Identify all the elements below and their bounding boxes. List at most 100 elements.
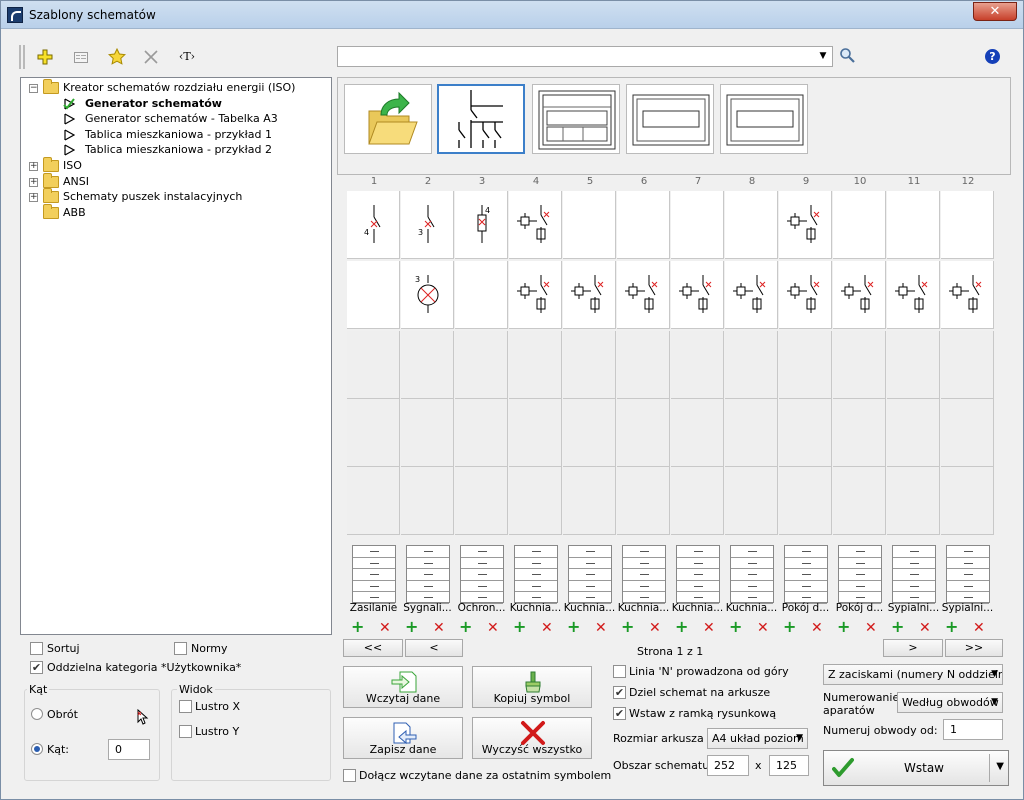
remove-column-icon[interactable]: ✕	[757, 620, 769, 636]
schematic-cell[interactable]	[887, 191, 940, 259]
add-button[interactable]	[33, 45, 57, 69]
schematic-cell[interactable]	[833, 399, 886, 467]
schematic-cell[interactable]	[779, 467, 832, 535]
schematic-cell[interactable]	[779, 399, 832, 467]
thumbnail-schematic[interactable]	[437, 84, 525, 154]
expand-icon[interactable]: +	[29, 177, 38, 187]
schematic-cell[interactable]	[941, 261, 994, 329]
close-button[interactable]: ✕	[973, 2, 1017, 21]
schematic-cell[interactable]	[941, 467, 994, 535]
column-label[interactable]: Kuchnia...	[671, 601, 724, 615]
remove-column-icon[interactable]: ✕	[703, 620, 715, 636]
tree-item[interactable]: ABB	[21, 203, 321, 221]
column-label[interactable]: Sygnali...	[401, 601, 454, 615]
terminals-select[interactable]: Z zaciskami (numery N oddzielnie) ▼	[823, 664, 1003, 685]
schematic-cell[interactable]	[617, 399, 670, 467]
add-column-icon[interactable]: +	[621, 619, 634, 635]
help-icon[interactable]: ?	[985, 49, 1000, 64]
search-combo[interactable]: ▼	[337, 46, 833, 67]
prev-page-button[interactable]: <	[405, 639, 463, 657]
line-n-checkbox[interactable]	[613, 665, 626, 678]
collapse-icon[interactable]: −	[29, 84, 38, 93]
column-label[interactable]: Kuchnia...	[509, 601, 562, 615]
first-page-button[interactable]: <<	[343, 639, 403, 657]
schematic-cell[interactable]	[509, 399, 562, 467]
schematic-cell[interactable]: 3	[401, 191, 454, 259]
remove-column-icon[interactable]: ✕	[811, 620, 823, 636]
column-label[interactable]: Kuchnia...	[617, 601, 670, 615]
schematic-cell[interactable]	[779, 331, 832, 399]
schematic-cell[interactable]	[347, 399, 400, 467]
split-sheets-checkbox[interactable]: ✔	[613, 686, 626, 699]
schematic-cell[interactable]	[509, 331, 562, 399]
add-column-icon[interactable]: +	[837, 619, 850, 635]
thumbnail-apartment-1[interactable]	[626, 84, 714, 154]
schematic-cell[interactable]	[563, 399, 616, 467]
add-column-icon[interactable]: +	[891, 619, 904, 635]
copy-symbol-button[interactable]: Kopiuj symbol	[472, 666, 592, 708]
column-label[interactable]: Sypialni...	[941, 601, 994, 615]
remove-column-icon[interactable]: ✕	[433, 620, 445, 636]
remove-column-icon[interactable]: ✕	[487, 620, 499, 636]
schematic-cell[interactable]	[671, 399, 724, 467]
frame-checkbox[interactable]: ✔	[613, 707, 626, 720]
schematic-cell[interactable]	[671, 191, 724, 259]
schematic-cell[interactable]	[887, 331, 940, 399]
schematic-cell[interactable]	[833, 467, 886, 535]
schematic-cell[interactable]	[347, 467, 400, 535]
tree-item[interactable]: + ANSI	[21, 172, 321, 190]
rotation-radio[interactable]	[31, 708, 43, 720]
column-label[interactable]: Sypialni...	[887, 601, 940, 615]
schematic-cell[interactable]	[671, 261, 724, 329]
thumbnail-table-a3[interactable]	[532, 84, 620, 154]
remove-column-icon[interactable]: ✕	[649, 620, 661, 636]
save-data-button[interactable]: Zapisz dane	[343, 717, 463, 759]
tree-item[interactable]: + Schematy puszek instalacyjnych	[21, 188, 321, 205]
template-tree[interactable]: − Kreator schematów rozdziału energii (IS…	[20, 77, 332, 635]
schematic-cell[interactable]	[563, 191, 616, 259]
schematic-cell[interactable]	[617, 261, 670, 329]
tree-item[interactable]: Tablica mieszkaniowa - przykład 1	[21, 127, 321, 143]
expand-icon[interactable]: +	[29, 162, 38, 171]
schematic-cell[interactable]	[563, 467, 616, 535]
circuit-from-input[interactable]: 1	[943, 719, 1003, 740]
search-icon[interactable]	[839, 47, 855, 63]
next-page-button[interactable]: >	[883, 639, 943, 657]
add-column-icon[interactable]: +	[351, 619, 364, 635]
sort-checkbox[interactable]	[30, 642, 43, 655]
separate-category-checkbox[interactable]: ✔	[30, 661, 43, 674]
text-tool-button[interactable]: ‹T›	[175, 45, 199, 69]
area-width-input[interactable]: 252	[707, 755, 749, 776]
schematic-cell[interactable]	[401, 399, 454, 467]
remove-column-icon[interactable]: ✕	[379, 620, 391, 636]
schematic-cell[interactable]	[617, 331, 670, 399]
tree-item[interactable]: Generator schematów - Tabelka A3	[21, 111, 321, 127]
tree-item[interactable]: Tablica mieszkaniowa - przykład 2	[21, 142, 321, 158]
schematic-cell[interactable]	[941, 191, 994, 259]
remove-column-icon[interactable]: ✕	[865, 620, 877, 636]
thumbnail-open-folder[interactable]	[344, 84, 432, 154]
expand-icon[interactable]: +	[29, 193, 38, 203]
remove-column-icon[interactable]: ✕	[595, 620, 607, 636]
schematic-cell[interactable]	[401, 467, 454, 535]
remove-column-icon[interactable]: ✕	[919, 620, 931, 636]
schematic-cell[interactable]	[563, 261, 616, 329]
schematic-cell[interactable]	[617, 467, 670, 535]
column-label[interactable]: Kuchnia...	[725, 601, 778, 615]
schematic-cell[interactable]	[455, 399, 508, 467]
column-label[interactable]: Kuchnia...	[563, 601, 616, 615]
schematic-cell[interactable]	[455, 467, 508, 535]
last-page-button[interactable]: >>	[945, 639, 1003, 657]
add-column-icon[interactable]: +	[459, 619, 472, 635]
remove-column-icon[interactable]: ✕	[541, 620, 553, 636]
add-column-icon[interactable]: +	[729, 619, 742, 635]
add-column-icon[interactable]: +	[783, 619, 796, 635]
tree-item[interactable]: − Kreator schematów rozdziału energii (IS…	[21, 79, 321, 96]
add-column-icon[interactable]: +	[675, 619, 688, 635]
properties-button[interactable]	[69, 45, 93, 69]
add-column-icon[interactable]: +	[405, 619, 418, 635]
chevron-down-icon[interactable]: ▼	[996, 761, 1004, 772]
schematic-cell[interactable]	[725, 261, 778, 329]
schematic-cell[interactable]	[779, 261, 832, 329]
schematic-cell[interactable]	[671, 331, 724, 399]
